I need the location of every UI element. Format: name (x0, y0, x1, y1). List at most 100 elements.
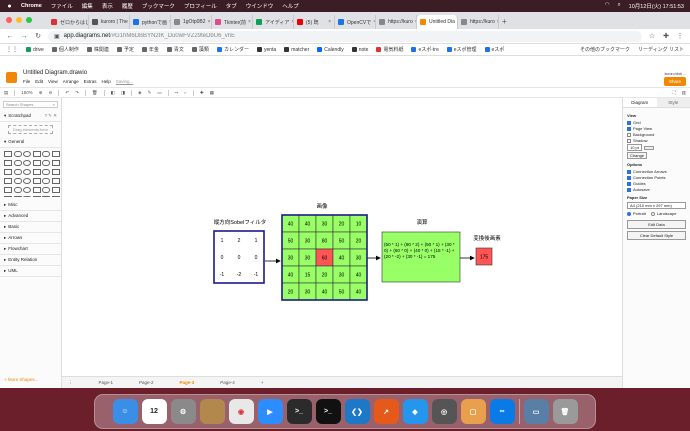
checkbox-background[interactable] (627, 132, 631, 137)
menubar-item-2[interactable]: 表示 (102, 2, 113, 10)
bookmark-8[interactable]: yenta (256, 46, 276, 53)
format-panel-icon[interactable]: ▤ (4, 90, 8, 96)
bookmark-right-0[interactable]: その他のブックマーク (580, 46, 630, 53)
shape-item[interactable] (4, 151, 12, 157)
bookmark-15[interactable]: eスポ (484, 46, 504, 53)
menubar-app-name[interactable]: Chrome (21, 3, 42, 9)
shape-item[interactable] (51, 151, 60, 157)
grid-size-input[interactable]: 10 pt (627, 144, 642, 151)
browser-tab-1[interactable]: kuroro | The× (89, 15, 130, 29)
tab-style[interactable]: Style (656, 98, 690, 107)
shape-item[interactable] (13, 160, 22, 166)
menubar-item-3[interactable]: 履歴 (122, 2, 133, 10)
browser-tab-7[interactable]: OpenCVで × (335, 15, 376, 29)
bookmark-12[interactable]: 電気料紙 (376, 46, 403, 53)
shape-item[interactable] (4, 187, 12, 193)
zoom-out-icon[interactable]: ⊖ (49, 90, 53, 96)
wifi-icon[interactable]: ◠ (605, 2, 610, 10)
bookmark-14[interactable]: eスポ管理 (446, 46, 477, 53)
dock-calendar-icon[interactable]: 12 (141, 399, 167, 424)
user-name[interactable]: kuroro.blob ... (664, 72, 686, 76)
reload-icon[interactable]: ↻ (34, 32, 42, 40)
shape-item[interactable] (42, 151, 50, 157)
dock-camera-app-icon[interactable]: ◎ (431, 399, 457, 424)
connection-icon[interactable]: ⤳ (175, 90, 179, 95)
checkbox-grid[interactable] (627, 120, 631, 125)
undo-icon[interactable]: ↶ (65, 90, 69, 96)
menubar-item-1[interactable]: 編集 (82, 2, 93, 10)
shape-item[interactable] (4, 178, 12, 184)
shape-item[interactable] (32, 151, 41, 157)
share-button[interactable]: Share (663, 77, 686, 86)
bookmark-11[interactable]: note (351, 46, 368, 53)
diagram-canvas[interactable]: 縦方向Sobelフィルタ 1 2 1 0 0 0 -1 -2 -1 画像 40 40 30 20 10 50 30… (62, 98, 622, 376)
fill-color-icon[interactable]: ◈ (138, 90, 141, 96)
portrait-radio[interactable] (627, 211, 631, 216)
page-tab-page-1[interactable]: Page-1 (99, 380, 114, 385)
paper-size-select[interactable]: A4 (210 mm x 297 mm) (627, 202, 686, 209)
to-back-icon[interactable]: ◨ (121, 90, 125, 96)
general-section[interactable]: ▾ General (0, 137, 61, 148)
menubar-item-5[interactable]: プロフィール (184, 2, 217, 10)
forward-icon[interactable]: → (20, 33, 28, 40)
dock-chrome-icon[interactable]: ◉ (228, 399, 254, 424)
browser-tab-4[interactable]: Tkinter(前 × (212, 15, 253, 29)
shape-item[interactable] (13, 178, 22, 184)
shape-item[interactable] (32, 160, 41, 166)
menubar-item-6[interactable]: タブ (226, 2, 237, 10)
scratchpad-tools-icon[interactable]: ? ✎ ✕ (44, 113, 57, 119)
page-tab-page-3[interactable]: Page-3 (180, 380, 195, 385)
shape-item[interactable] (51, 169, 60, 175)
bookmark-9[interactable]: matcher (284, 46, 309, 53)
back-icon[interactable]: ← (6, 33, 14, 40)
page-tab-page-2[interactable]: Page-2 (139, 380, 154, 385)
shadow-icon[interactable]: ▭ (157, 90, 161, 96)
scratchpad-dropzone[interactable]: Drag elements here (8, 125, 53, 134)
bookmark-0[interactable]: drive (26, 46, 44, 53)
table-icon[interactable]: ▦ (210, 90, 214, 96)
browser-tab-10[interactable]: https://kuro× (458, 15, 499, 29)
browser-tab-3[interactable]: 1gOtp0B2 × (171, 15, 212, 29)
browser-tab-0[interactable]: ゼロからはじ× (48, 15, 89, 29)
shape-item[interactable] (42, 196, 50, 197)
shape-item[interactable] (51, 196, 60, 197)
checkbox-shadow[interactable] (627, 138, 631, 143)
minimize-window-button[interactable] (16, 17, 22, 23)
dock-finder-icon[interactable]: ☺ (112, 399, 138, 424)
shape-item[interactable] (32, 187, 41, 193)
shape-item[interactable] (51, 160, 60, 166)
shape-item[interactable] (4, 169, 12, 175)
shape-item[interactable] (42, 160, 50, 166)
shape-item[interactable] (13, 187, 22, 193)
edit-data-button[interactable]: Edit Data (627, 220, 686, 229)
dock-terminal-2-icon[interactable]: >_ (315, 399, 341, 424)
shape-item[interactable] (32, 169, 41, 175)
section-advanced[interactable]: ▸ Advanced (0, 211, 61, 222)
background-change-button[interactable]: Change (627, 152, 648, 159)
browser-tab-6[interactable]: (5) 既 × (294, 15, 335, 29)
menubar-datetime[interactable]: 10月12日(火) 17:51:53 (629, 2, 684, 10)
shape-item[interactable] (32, 196, 41, 197)
drawio-menu-file[interactable]: File (23, 79, 30, 84)
browser-tab-9[interactable]: Untitled Dia× (417, 15, 458, 29)
menu-dots-icon[interactable]: ⋮ (676, 32, 684, 40)
dock-trash-icon[interactable]: 🗑 (552, 399, 578, 424)
drawio-menu-view[interactable]: View (48, 79, 58, 84)
section-entity-relation[interactable]: ▸ Entity Relation (0, 255, 61, 266)
landscape-radio[interactable] (650, 211, 655, 216)
shape-item[interactable] (23, 178, 31, 184)
dock-docker-icon[interactable]: ◆ (402, 399, 428, 424)
section-uml[interactable]: ▸ UML (0, 266, 61, 277)
bookmark-right-1[interactable]: リーディング リスト (638, 46, 684, 53)
delete-icon[interactable]: 🗑 (92, 90, 98, 96)
dock-notes-app-icon[interactable] (199, 399, 225, 424)
menubar-item-7[interactable]: ウインドウ (246, 2, 274, 10)
bookmark-2[interactable]: 株関連 (86, 46, 109, 53)
shape-item[interactable] (4, 160, 12, 166)
tab-close-icon[interactable]: × (206, 19, 211, 25)
shape-item[interactable] (13, 196, 22, 197)
shape-item[interactable] (51, 178, 60, 184)
shape-item[interactable] (23, 169, 31, 175)
checkbox-connection-points[interactable] (627, 175, 631, 180)
tab-diagram[interactable]: Diagram (623, 98, 657, 107)
